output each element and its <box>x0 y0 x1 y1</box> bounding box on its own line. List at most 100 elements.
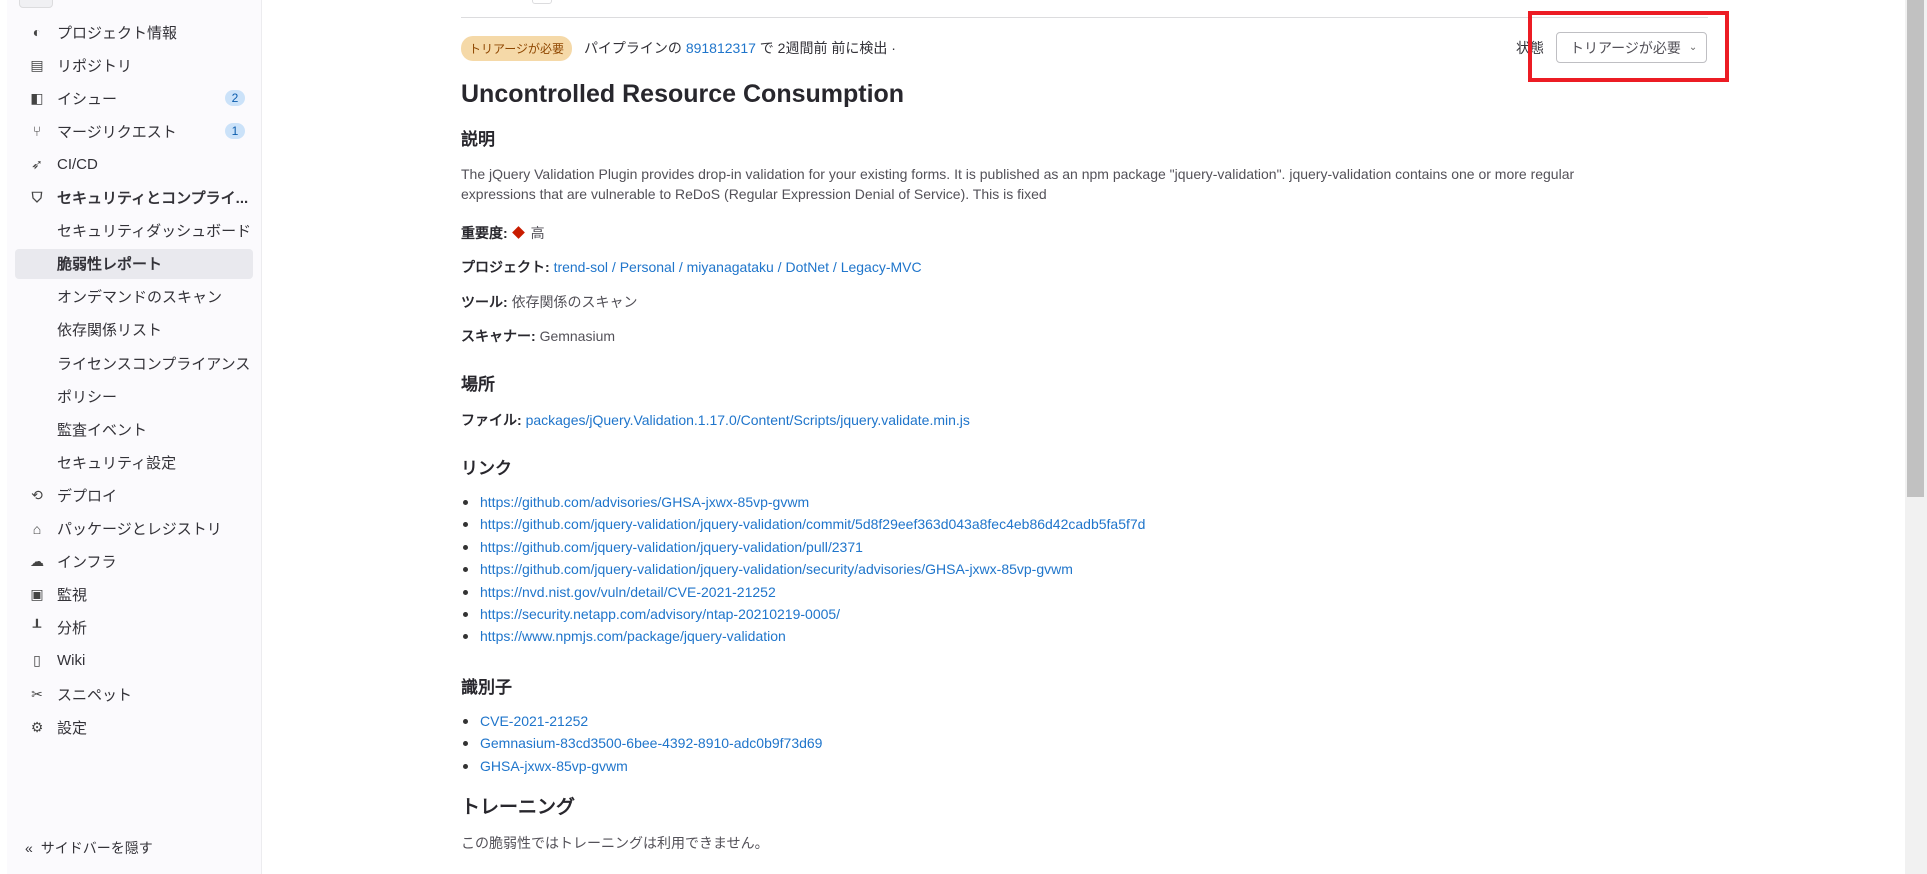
reference-link[interactable]: https://www.npmjs.com/package/jquery-val… <box>480 628 786 644</box>
issues-icon: ◧ <box>30 89 44 106</box>
training-text: この脆弱性ではトレーニングは利用できません。 <box>461 835 769 851</box>
sidebar-item-label: 監視 <box>57 587 88 605</box>
sidebar-item[interactable]: セキュリティダッシュボード <box>15 216 253 246</box>
count-badge: 1 <box>225 123 245 140</box>
package-icon: ⌂ <box>32 520 42 537</box>
list-item: https://github.com/jquery-validation/jqu… <box>461 536 1145 558</box>
reference-link[interactable]: https://github.com/advisories/GHSA-jxwx-… <box>480 494 809 510</box>
main-content: トリアージが必要 パイプラインの 891812317 で 2週間前 前に検出 ·… <box>461 0 1711 874</box>
sidebar-item-label: リポジトリ <box>57 57 133 75</box>
sidebar-item-label: Wiki <box>57 652 86 670</box>
sidebar-item[interactable]: ▯ Wiki <box>15 646 253 676</box>
sidebar-item-label: 分析 <box>57 620 88 638</box>
double-chevron-left-icon: « <box>25 840 33 856</box>
sidebar-item-label: 脆弱性レポート <box>57 256 163 274</box>
gear-icon: ⚙ <box>30 718 44 735</box>
list-item: https://github.com/advisories/GHSA-jxwx-… <box>461 491 1145 513</box>
severity-high-icon <box>511 226 525 239</box>
scanner-field: スキャナー: Gemnasium <box>461 328 616 344</box>
project-link[interactable]: trend-sol / Personal / miyanagataku / Do… <box>554 259 922 275</box>
sidebar-item-label: マージリクエスト <box>57 123 177 141</box>
identifier-link[interactable]: GHSA-jxwx-85vp-gvwm <box>480 758 628 774</box>
sidebar-item-label: パッケージとレジストリ <box>57 521 222 538</box>
hide-sidebar-button[interactable]: « サイドバーを隠す <box>25 838 153 858</box>
list-item: Gemnasium-83cd3500-6bee-4392-8910-adc0b9… <box>461 732 822 754</box>
list-item: https://nvd.nist.gov/vuln/detail/CVE-202… <box>461 581 1145 603</box>
page-title: Uncontrolled Resource Consumption <box>461 80 905 108</box>
identifier-link[interactable]: Gemnasium-83cd3500-6bee-4392-8910-adc0b9… <box>480 735 822 751</box>
project-field: プロジェクト: trend-sol / Personal / miyanagat… <box>461 259 922 275</box>
sidebar-item[interactable]: 依存関係リスト <box>15 315 253 345</box>
sidebar-item[interactable]: ⛉ セキュリティとコンプライ... <box>15 183 253 213</box>
sidebar-item-label: デプロイ <box>57 487 118 505</box>
sidebar-item[interactable]: ☁ インフラ <box>15 547 253 577</box>
sidebar-item-label: セキュリティダッシュボード <box>57 223 252 241</box>
divider <box>461 17 1708 18</box>
sidebar-item[interactable]: ◐ プロジェクト情報 <box>15 17 253 47</box>
reference-link[interactable]: https://security.netapp.com/advisory/nta… <box>480 606 840 622</box>
scrollbar-thumb[interactable] <box>1907 0 1924 497</box>
identifiers-heading: 識別子 <box>461 678 512 697</box>
list-item: GHSA-jxwx-85vp-gvwm <box>461 755 822 777</box>
sidebar-item[interactable]: セキュリティ設定 <box>15 447 253 477</box>
location-heading: 場所 <box>461 375 495 394</box>
highlight-annotation <box>1528 11 1729 82</box>
sidebar-item-label: セキュリティ設定 <box>57 454 177 472</box>
shield-icon: ⛉ <box>31 189 43 205</box>
identifiers-list: CVE-2021-21252 Gemnasium-83cd3500-6bee-43… <box>461 710 822 777</box>
sidebar-item-label: オンデマンドのスキャン <box>57 289 223 307</box>
sidebar-item[interactable]: ⌂ パッケージとレジストリ <box>15 514 253 544</box>
sidebar-item[interactable]: ◧ イシュー 2 <box>15 83 253 113</box>
sidebar: ◐ プロジェクト情報 ▤ リポジトリ ◧ イシュー 2 ⑂ マージリクエスト 1 ➶ CI/CD ⛉ セキ… <box>7 0 262 874</box>
description-heading: 説明 <box>461 130 495 149</box>
identifier-link[interactable]: CVE-2021-21252 <box>480 713 588 729</box>
file-link[interactable]: packages/jQuery.Validation.1.17.0/Conten… <box>526 412 970 428</box>
sidebar-item[interactable]: ✂ スニペット <box>15 679 253 709</box>
detection-info: トリアージが必要 パイプラインの 891812317 で 2週間前 前に検出 · <box>461 36 896 61</box>
reference-link[interactable]: https://github.com/jquery-validation/jqu… <box>480 516 1145 532</box>
sidebar-item[interactable]: ▤ リポジトリ <box>15 50 253 80</box>
chart-icon: ┸ <box>32 619 42 636</box>
sidebar-item[interactable]: ⟲ デプロイ <box>15 480 253 510</box>
document-icon: ▤ <box>30 56 44 73</box>
sidebar-item-label: 設定 <box>57 719 88 737</box>
sidebar-item[interactable]: ➶ CI/CD <box>15 149 253 179</box>
list-item: https://www.npmjs.com/package/jquery-val… <box>461 625 1145 647</box>
deploy-icon: ⟲ <box>31 486 43 503</box>
sidebar-item[interactable]: ┸ 分析 <box>15 613 253 643</box>
sidebar-item[interactable]: ⚙ 設定 <box>15 712 253 742</box>
monitor-icon: ▣ <box>30 586 44 603</box>
sidebar-item-label: インフラ <box>57 554 117 572</box>
pipeline-link[interactable]: 891812317 <box>686 40 756 56</box>
sidebar-item-label: ポリシー <box>57 388 118 406</box>
sidebar-item-label: 監査イベント <box>57 421 148 439</box>
sidebar-item-label: プロジェクト情報 <box>57 24 178 42</box>
list-item: CVE-2021-21252 <box>461 710 822 732</box>
tool-field: ツール: 依存関係のスキャン <box>461 294 638 310</box>
sidebar-item[interactable]: オンデマンドのスキャン <box>15 282 253 312</box>
sidebar-item[interactable]: ライセンスコンプライアンス <box>15 348 253 378</box>
sidebar-item-label: 依存関係リスト <box>57 322 163 340</box>
scissors-icon: ✂ <box>31 685 43 702</box>
project-avatar[interactable] <box>19 0 53 8</box>
sidebar-item-label: CI/CD <box>57 155 98 173</box>
project-icon: ◐ <box>32 24 42 40</box>
list-item: https://github.com/jquery-validation/jqu… <box>461 513 1145 535</box>
count-badge: 2 <box>225 90 245 107</box>
reference-link[interactable]: https://github.com/jquery-validation/jqu… <box>480 539 863 555</box>
reference-link[interactable]: https://github.com/jquery-validation/jqu… <box>480 561 1073 577</box>
reference-link[interactable]: https://nvd.nist.gov/vuln/detail/CVE-202… <box>480 584 776 600</box>
sidebar-item[interactable]: 脆弱性レポート <box>15 248 253 279</box>
sidebar-item[interactable]: 監査イベント <box>15 414 253 444</box>
sidebar-item[interactable]: ▣ 監視 <box>15 580 253 610</box>
description-text: The jQuery Validation Plugin provides dr… <box>461 166 1575 202</box>
scrollbar[interactable] <box>1905 0 1927 874</box>
list-item: https://github.com/jquery-validation/jqu… <box>461 558 1145 580</box>
sidebar-item[interactable]: ⑂ マージリクエスト 1 <box>15 116 253 146</box>
sidebar-item-label: スニペット <box>57 686 133 704</box>
sidebar-item-label: セキュリティとコンプライ... <box>57 190 249 207</box>
sidebar-item-label: ライセンスコンプライアンス <box>57 355 251 373</box>
toolbar-button[interactable] <box>532 0 552 4</box>
sidebar-item[interactable]: ポリシー <box>15 381 253 411</box>
status-badge: トリアージが必要 <box>461 36 573 61</box>
